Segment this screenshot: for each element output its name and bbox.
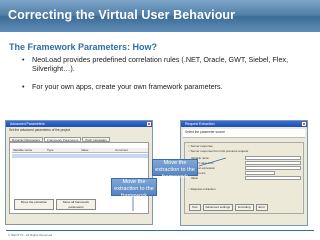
bullet-item: • NeoLoad provides predefined correlatio… (22, 55, 307, 73)
bullet-text: For your own apps, create your own frame… (32, 82, 223, 91)
column-header[interactable]: Comment (114, 148, 148, 152)
callout-move-extraction: Move the extraction to the framework (152, 159, 198, 180)
source-options-group: Server response Server response from fir… (184, 142, 304, 214)
slide-title: Correcting the Virtual User Behaviour (8, 8, 236, 22)
window-button-row: Test Advanced settings Encoding Error (189, 204, 270, 211)
field-label: Value (191, 176, 198, 180)
move-extraction-button[interactable]: Move the extraction (14, 199, 54, 210)
bullet-list: • NeoLoad provides predefined correlatio… (22, 55, 307, 91)
bullet-text: NeoLoad provides predefined correlation … (32, 55, 289, 73)
window-title-bar: Request Extraction (181, 121, 307, 127)
bullet-dot-icon: • (22, 82, 25, 91)
panel-button-row: Move the extraction Move all framework p… (14, 199, 98, 210)
test-button[interactable]: Test (189, 204, 201, 211)
callout-move-extraction-2: Move the extraction to the framework (111, 178, 157, 199)
regex-field[interactable] (245, 166, 301, 170)
advanced-parameters-window: Advanced Parameters Set the advanced par… (5, 120, 153, 225)
occurrence-field[interactable] (245, 171, 275, 175)
option-previous-request[interactable]: Server response from first previous requ… (188, 149, 249, 153)
window-subtitle: Set the advanced parameters of the proje… (9, 128, 71, 132)
window-header-text: Select the parameter source (185, 130, 226, 134)
advanced-settings-button[interactable]: Advanced settings (202, 204, 234, 211)
selected-list-row[interactable] (12, 154, 148, 158)
footer-divider (6, 230, 314, 231)
encoding-button[interactable]: Encoding (235, 204, 254, 211)
option-server-response[interactable]: Server response (188, 144, 213, 148)
option-request-extraction[interactable]: Request extraction (188, 187, 216, 191)
list-header: Variable name Type Value Comment (12, 148, 148, 153)
extract-from-field[interactable] (245, 161, 301, 165)
section-heading: The Framework Parameters: How? (9, 42, 158, 52)
window-title: Request Extraction (185, 122, 215, 126)
footer-text: © NEOTYS - All Rights Reserved (8, 233, 53, 237)
variable-name-field[interactable] (245, 156, 301, 160)
slide-title-bar: Correcting the Virtual User Behaviour (0, 0, 320, 32)
column-header[interactable]: Variable name (12, 148, 46, 152)
bullet-item: • For your own apps, create your own fra… (22, 82, 307, 91)
move-all-framework-button[interactable]: Move all framework parameters (56, 199, 96, 210)
close-icon[interactable] (302, 122, 306, 126)
window-title-bar: Advanced Parameters (6, 121, 152, 127)
value-field[interactable] (245, 176, 301, 180)
window-title: Advanced Parameters (10, 122, 45, 126)
close-icon[interactable] (147, 122, 151, 126)
bullet-dot-icon: • (22, 55, 25, 64)
request-extraction-window: Request Extraction Select the parameter … (180, 120, 308, 226)
error-button[interactable]: Error (255, 204, 269, 211)
column-header[interactable]: Value (80, 148, 114, 152)
window-header: Select the parameter source (183, 129, 305, 138)
column-header[interactable]: Type (46, 148, 80, 152)
